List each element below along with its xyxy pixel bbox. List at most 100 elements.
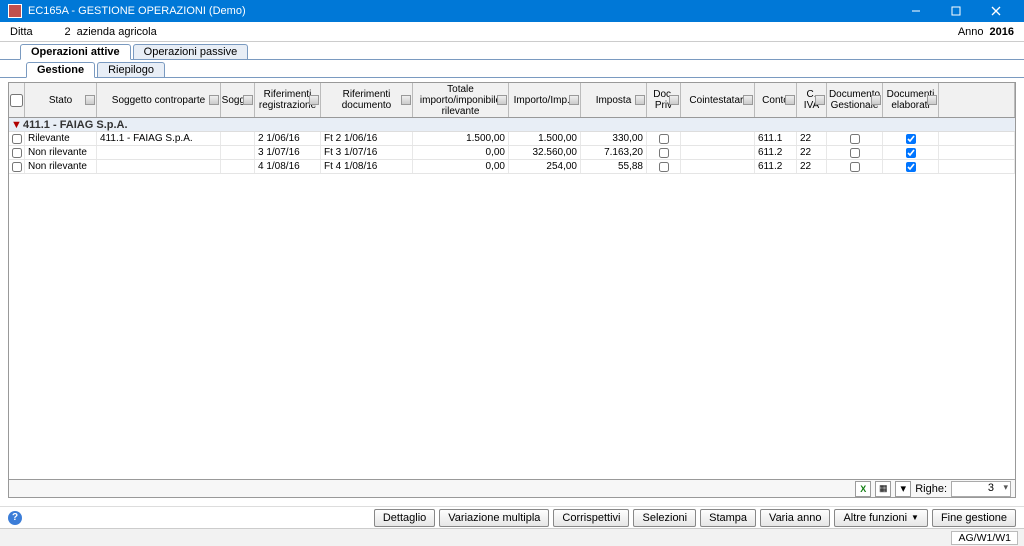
col-doc-elaborati[interactable]: Documenti elaborati <box>883 83 939 117</box>
help-icon[interactable]: ? <box>8 511 22 525</box>
doc-elaborati-checkbox[interactable] <box>906 162 916 172</box>
cell-doc-elaborati[interactable] <box>883 146 939 159</box>
col-civa[interactable]: C. IVA <box>797 83 827 117</box>
doc-priv-checkbox[interactable] <box>659 134 669 144</box>
col-cointestatari[interactable]: Cointestatari <box>681 83 755 117</box>
grid-options-icon[interactable]: ▦ <box>875 481 891 497</box>
maximize-button[interactable] <box>936 0 976 22</box>
anno-value: 2016 <box>990 26 1014 38</box>
col-conto[interactable]: Conto <box>755 83 797 117</box>
tab-operazioni-attive[interactable]: Operazioni attive <box>20 44 131 60</box>
row-select[interactable] <box>9 146 25 159</box>
cell-imposta: 7.163,20 <box>581 146 647 159</box>
app-icon <box>8 4 22 18</box>
status-text: AG/W1/W1 <box>951 531 1018 545</box>
cell-reg: 2 1/06/16 <box>255 132 321 145</box>
doc-gestionale-checkbox[interactable] <box>850 162 860 172</box>
tab-operazioni-passive[interactable]: Operazioni passive <box>133 44 249 59</box>
cell-stato: Non rilevante <box>25 160 97 173</box>
altre-funzioni-button[interactable]: Altre funzioni▼ <box>834 509 928 527</box>
cell-cointestatari <box>681 160 755 173</box>
tabstrip-sub: Gestione Riepilogo <box>0 60 1024 78</box>
cell-doc-elaborati[interactable] <box>883 132 939 145</box>
cell-importo: 254,00 <box>509 160 581 173</box>
doc-elaborati-checkbox[interactable] <box>906 134 916 144</box>
cell-totale: 1.500,00 <box>413 132 509 145</box>
col-doc-priv[interactable]: Doc. Priv <box>647 83 681 117</box>
stampa-button[interactable]: Stampa <box>700 509 756 527</box>
col-trailing <box>939 83 1015 117</box>
col-imposta[interactable]: Imposta <box>581 83 647 117</box>
cell-doc: Ft 3 1/07/16 <box>321 146 413 159</box>
righe-count-dropdown[interactable]: 3 <box>951 481 1011 497</box>
row-checkbox[interactable] <box>12 134 22 144</box>
doc-priv-checkbox[interactable] <box>659 162 669 172</box>
col-select-all[interactable] <box>9 83 25 117</box>
col-totale[interactable]: Totale importo/imponibile rilevante <box>413 83 509 117</box>
cell-conto: 611.2 <box>755 160 797 173</box>
close-button[interactable] <box>976 0 1016 22</box>
col-doc-gestionale[interactable]: Documento Gestionale <box>827 83 883 117</box>
corrispettivi-button[interactable]: Corrispettivi <box>553 509 629 527</box>
cell-imposta: 330,00 <box>581 132 647 145</box>
col-doc[interactable]: Riferimenti documento <box>321 83 413 117</box>
cell-trailing <box>939 132 1015 145</box>
tab-gestione[interactable]: Gestione <box>26 62 95 78</box>
chevron-down-icon: ▼ <box>911 513 919 522</box>
cell-doc: Ft 4 1/08/16 <box>321 160 413 173</box>
row-checkbox[interactable] <box>12 162 22 172</box>
cell-reg: 3 1/07/16 <box>255 146 321 159</box>
row-checkbox[interactable] <box>12 148 22 158</box>
col-soggetto[interactable]: Soggetto controparte <box>97 83 221 117</box>
grid-footer: X ▦ ▾ Righe: 3 <box>9 479 1015 497</box>
cell-sogg-extra <box>221 132 255 145</box>
select-all-checkbox[interactable] <box>10 94 23 107</box>
minimize-button[interactable] <box>896 0 936 22</box>
ditta-label: Ditta <box>10 26 33 38</box>
col-sogg-extra[interactable]: Sogg... <box>221 83 255 117</box>
varia-anno-button[interactable]: Varia anno <box>760 509 830 527</box>
status-bar: AG/W1/W1 <box>0 528 1024 546</box>
selezioni-button[interactable]: Selezioni <box>633 509 696 527</box>
variazione-multipla-button[interactable]: Variazione multipla <box>439 509 549 527</box>
cell-soggetto <box>97 146 221 159</box>
col-stato[interactable]: Stato <box>25 83 97 117</box>
collapse-icon[interactable]: ▼ <box>11 119 21 131</box>
cell-doc-priv[interactable] <box>647 146 681 159</box>
cell-cointestatari <box>681 146 755 159</box>
cell-importo: 32.560,00 <box>509 146 581 159</box>
operations-grid: Stato Soggetto controparte Sogg... Rifer… <box>8 82 1016 498</box>
cell-doc-gestionale[interactable] <box>827 146 883 159</box>
row-select[interactable] <box>9 160 25 173</box>
cell-doc-priv[interactable] <box>647 160 681 173</box>
col-importo[interactable]: Importo/Imp... <box>509 83 581 117</box>
doc-gestionale-checkbox[interactable] <box>850 148 860 158</box>
grid-body[interactable]: ▼ 411.1 - FAIAG S.p.A. Rilevante411.1 - … <box>9 118 1015 479</box>
header-row: Ditta 2 azienda agricola Anno 2016 <box>0 22 1024 42</box>
cell-soggetto: 411.1 - FAIAG S.p.A. <box>97 132 221 145</box>
dettaglio-button[interactable]: Dettaglio <box>374 509 435 527</box>
row-select[interactable] <box>9 132 25 145</box>
cell-doc-gestionale[interactable] <box>827 132 883 145</box>
tab-riepilogo[interactable]: Riepilogo <box>97 62 165 77</box>
cell-sogg-extra <box>221 160 255 173</box>
table-row[interactable]: Rilevante411.1 - FAIAG S.p.A.2 1/06/16Ft… <box>9 132 1015 146</box>
doc-gestionale-checkbox[interactable] <box>850 134 860 144</box>
cell-doc: Ft 2 1/06/16 <box>321 132 413 145</box>
titlebar: EC165A - GESTIONE OPERAZIONI (Demo) <box>0 0 1024 22</box>
excel-export-icon[interactable]: X <box>855 481 871 497</box>
fine-gestione-button[interactable]: Fine gestione <box>932 509 1016 527</box>
cell-doc-priv[interactable] <box>647 132 681 145</box>
cell-doc-gestionale[interactable] <box>827 160 883 173</box>
grid-options-dropdown[interactable]: ▾ <box>895 481 911 497</box>
table-row[interactable]: Non rilevante3 1/07/16Ft 3 1/07/160,0032… <box>9 146 1015 160</box>
cell-trailing <box>939 160 1015 173</box>
doc-elaborati-checkbox[interactable] <box>906 148 916 158</box>
cell-soggetto <box>97 160 221 173</box>
table-row[interactable]: Non rilevante4 1/08/16Ft 4 1/08/160,0025… <box>9 160 1015 174</box>
group-row[interactable]: ▼ 411.1 - FAIAG S.p.A. <box>9 118 1015 132</box>
cell-doc-elaborati[interactable] <box>883 160 939 173</box>
doc-priv-checkbox[interactable] <box>659 148 669 158</box>
col-reg[interactable]: Riferimenti registrazione <box>255 83 321 117</box>
cell-trailing <box>939 146 1015 159</box>
